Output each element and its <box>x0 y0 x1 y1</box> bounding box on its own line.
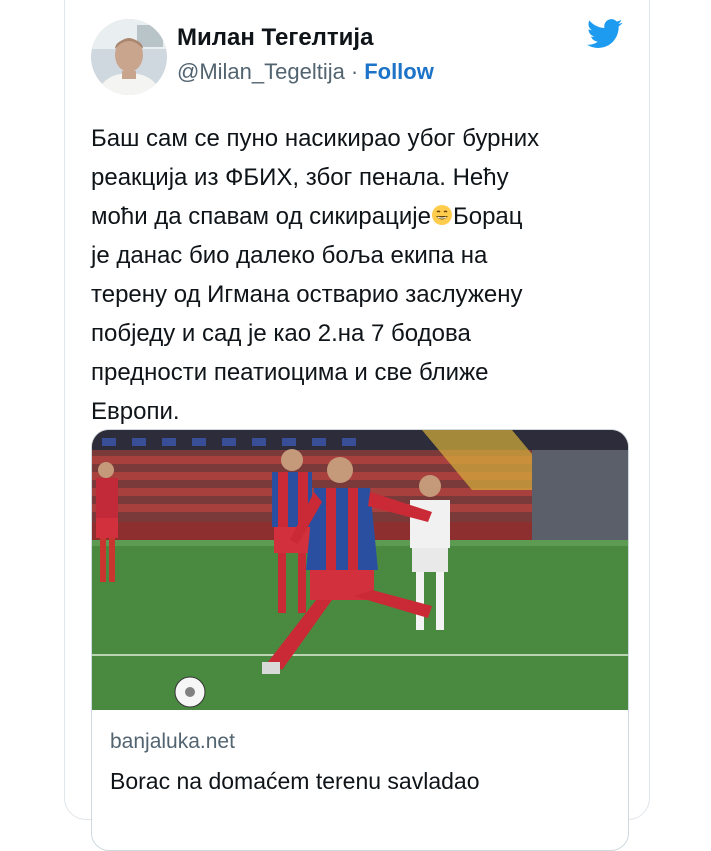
twitter-bird-icon[interactable] <box>587 19 623 49</box>
article-photo <box>92 430 628 710</box>
grinning-face-emoji-icon <box>431 199 453 225</box>
tweet-text: Баш сам се пуно насикирао убог бурних ре… <box>91 119 631 431</box>
separator-dot: · <box>350 59 359 84</box>
link-preview-card[interactable]: banjaluka.net Borac na domaćem terenu sa… <box>91 429 629 851</box>
author-display-name[interactable]: Милан Тегелтија <box>177 23 434 53</box>
tweet-header: Милан Тегелтија @Milan_Tegeltija · Follow <box>91 19 629 99</box>
avatar[interactable] <box>91 19 167 95</box>
author-handle[interactable]: @Milan_Tegeltija <box>177 59 345 84</box>
author-names: Милан Тегелтија @Milan_Tegeltija · Follow <box>177 23 434 87</box>
follow-button[interactable]: Follow <box>364 59 434 84</box>
link-title[interactable]: Borac na domaćem terenu savladao <box>110 768 480 795</box>
tweet-text-part2: Борац је данас био далеко боља екипа на … <box>91 203 523 425</box>
link-domain: banjaluka.net <box>110 730 235 753</box>
tweet-card: Милан Тегелтија @Milan_Tegeltija · Follow … <box>64 0 650 851</box>
handle-row: @Milan_Tegeltija · Follow <box>177 57 434 87</box>
